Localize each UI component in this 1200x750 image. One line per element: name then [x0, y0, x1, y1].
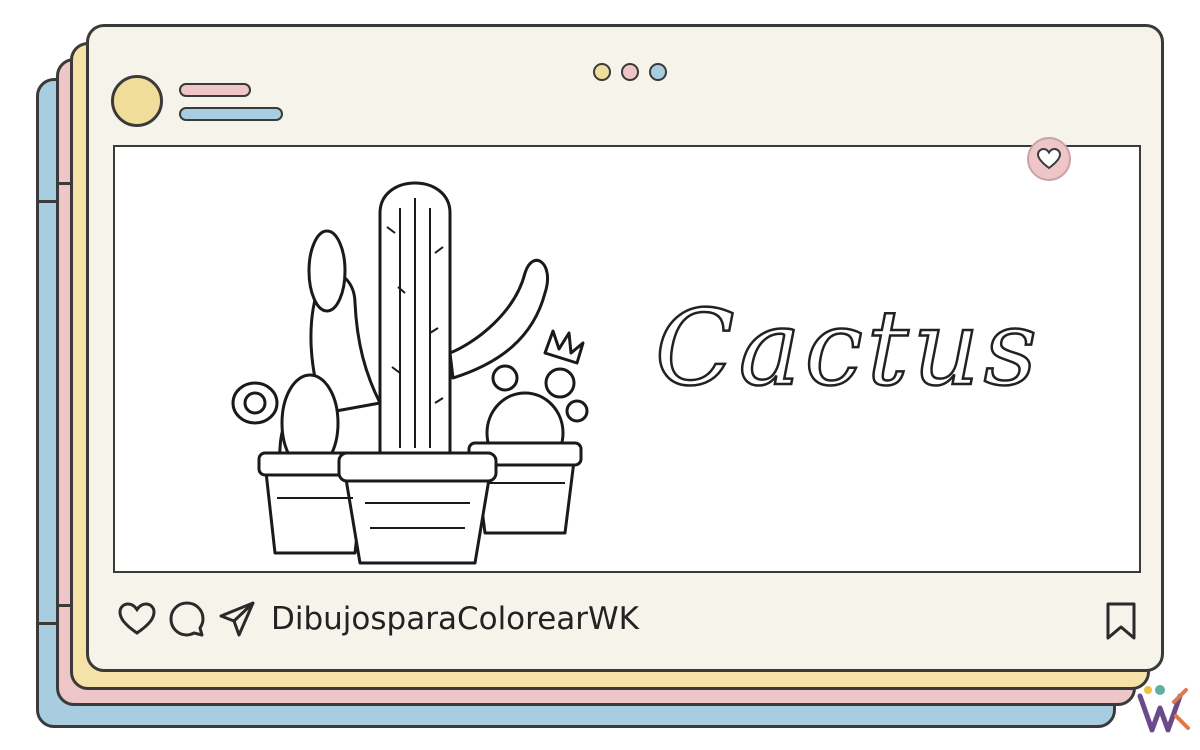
- send-icon: [219, 601, 255, 637]
- wk-logo: [1137, 685, 1190, 733]
- window-dot-blue: [649, 63, 667, 81]
- coloring-title: Cactus: [654, 286, 1041, 411]
- window-dot-pink: [621, 63, 639, 81]
- share-button[interactable]: [217, 599, 257, 639]
- post-username[interactable]: DibujosparaColorearWK: [271, 601, 639, 637]
- layer-tick: [36, 622, 56, 625]
- post-action-bar: DibujosparaColorearWK: [117, 597, 639, 641]
- profile-subtitle-bar: [179, 107, 283, 121]
- like-button[interactable]: [117, 599, 157, 639]
- post-image: Cactus: [113, 145, 1141, 573]
- cactus-illustration: [231, 181, 589, 565]
- layer-tick: [56, 604, 72, 607]
- heart-icon: [118, 602, 156, 635]
- heart-badge-icon: [1037, 148, 1061, 170]
- layer-tick: [36, 200, 56, 203]
- avatar[interactable]: [111, 75, 163, 127]
- profile-name-bar: [179, 83, 251, 97]
- bookmark-icon: [1106, 602, 1136, 640]
- layer-tick: [56, 182, 72, 185]
- like-badge[interactable]: [1027, 137, 1071, 181]
- post-card: Cactus DibujosparaColorearWK: [86, 24, 1164, 672]
- window-dot-yellow: [593, 63, 611, 81]
- comment-icon: [169, 601, 205, 637]
- comment-button[interactable]: [167, 599, 207, 639]
- save-button[interactable]: [1103, 601, 1139, 641]
